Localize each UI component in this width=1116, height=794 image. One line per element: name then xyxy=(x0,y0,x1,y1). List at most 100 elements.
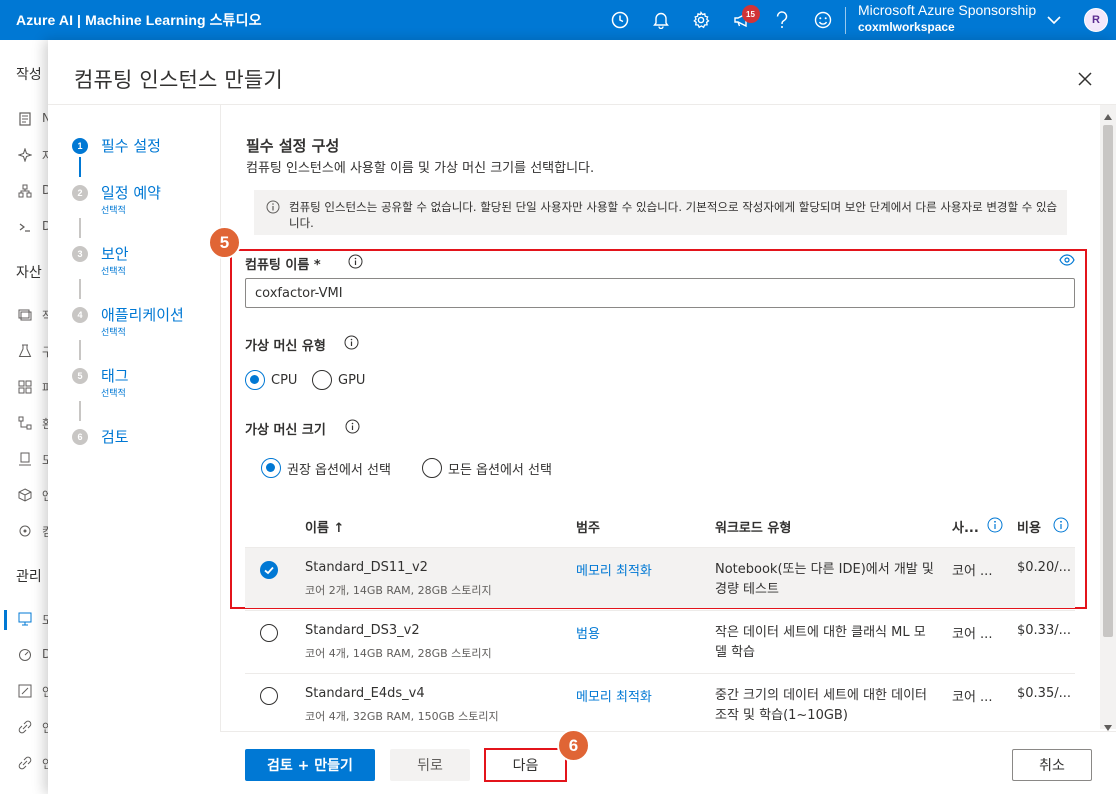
vm-name: Standard_DS11_v2 xyxy=(305,560,428,575)
info-icon[interactable] xyxy=(348,254,363,269)
row-radio[interactable] xyxy=(260,687,278,705)
step-number: 4 xyxy=(72,307,88,323)
eye-icon[interactable] xyxy=(1059,254,1075,270)
table-row[interactable]: Standard_DS3_v2 코어 4개, 14GB RAM, 28GB 스토… xyxy=(245,611,1075,671)
sidebar-item-automl[interactable]: 자 xyxy=(18,148,53,164)
sidebar-item-designer[interactable]: D xyxy=(18,183,51,200)
back-button[interactable]: 뒤로 xyxy=(390,749,470,781)
cancel-button[interactable]: 취소 xyxy=(1012,749,1092,781)
section-author: 작성 xyxy=(16,67,42,83)
app-title[interactable]: Azure AI | Machine Learning 스튜디오 xyxy=(0,10,262,30)
step-number: 2 xyxy=(72,185,88,201)
row-radio[interactable] xyxy=(260,624,278,642)
radio-circle[interactable] xyxy=(312,370,332,390)
topbar-divider xyxy=(845,7,846,34)
compute-name-input[interactable] xyxy=(245,278,1075,308)
notification-badge: 15 xyxy=(741,5,760,23)
info-icon[interactable] xyxy=(987,517,1003,533)
chevron-down-icon[interactable] xyxy=(1046,12,1062,32)
sidebar-item-jobs[interactable]: 구 xyxy=(18,344,53,360)
account-name: Microsoft Azure Sponsorship xyxy=(858,2,1037,18)
sidebar-item-notebooks[interactable]: N xyxy=(18,111,51,128)
sidebar-item-linked-services[interactable]: 연 xyxy=(18,720,53,736)
radio-all-options[interactable]: 모든 옵션에서 선택 xyxy=(422,458,552,478)
sidebar-item-endpoints[interactable]: 컴 xyxy=(18,524,53,540)
radio-gpu[interactable]: GPU xyxy=(312,370,365,390)
scroll-up-icon[interactable] xyxy=(1104,109,1112,124)
sidebar-item-components[interactable]: 파 xyxy=(18,380,53,396)
vm-availability: 코어 ... xyxy=(952,690,993,705)
vm-name: Standard_E4ds_v4 xyxy=(305,686,425,701)
column-header-name[interactable]: 이름 ↑ xyxy=(305,517,344,536)
vm-availability: 코어 ... xyxy=(952,627,993,642)
sidebar-item-prompt[interactable]: D xyxy=(18,219,51,236)
table-row[interactable]: Standard_E4ds_v4 코어 4개, 32GB RAM, 150GB … xyxy=(245,674,1075,734)
gear-icon[interactable] xyxy=(681,0,722,40)
sidebar-item-connections[interactable]: 연 xyxy=(18,756,53,772)
step-connector xyxy=(79,279,81,299)
step-connector xyxy=(79,401,81,421)
step-connector xyxy=(79,340,81,360)
create-compute-panel: 컴퓨팅 인스턴스 만들기 1 필수 설정 2 일정 예약 선택적 3 보안 선택… xyxy=(48,40,1116,794)
step-connector xyxy=(79,157,81,177)
step-optional-label: 선택적 xyxy=(101,328,126,338)
sidebar-item-compute[interactable]: 모 xyxy=(18,612,53,628)
radio-recommended-options[interactable]: 권장 옵션에서 선택 xyxy=(261,458,391,478)
info-message: 컴퓨팅 인스턴스는 공유할 수 없습니다. 할당된 단일 사용자만 사용할 수 … xyxy=(254,190,1067,235)
vm-workload: 작은 데이터 세트에 대한 클래식 ML 모델 학습 xyxy=(715,625,926,660)
avatar[interactable]: R xyxy=(1084,8,1108,32)
vm-cost: $0.20/... xyxy=(1017,560,1071,575)
sidebar-item-monitoring[interactable]: D xyxy=(18,647,51,664)
step-optional-label: 선택적 xyxy=(101,206,126,216)
sidebar-item-pipelines[interactable]: 환 xyxy=(18,416,53,432)
row-selected-check-icon[interactable] xyxy=(260,561,278,579)
section-assets: 자산 xyxy=(16,265,42,281)
info-icon[interactable] xyxy=(344,335,359,350)
clock-icon[interactable] xyxy=(600,0,641,40)
section-heading: 필수 설정 구성 xyxy=(246,137,340,155)
scrollbar-thumb[interactable] xyxy=(1103,125,1113,637)
radio-circle[interactable] xyxy=(261,458,281,478)
vm-name: Standard_DS3_v2 xyxy=(305,623,420,638)
header-divider xyxy=(48,104,1116,105)
vm-spec: 코어 4개, 32GB RAM, 150GB 스토리지 xyxy=(305,710,499,723)
vm-category: 메모리 최적화 xyxy=(576,690,652,705)
callout-5: 5 xyxy=(208,226,241,259)
radio-circle[interactable] xyxy=(245,370,265,390)
review-create-button[interactable]: 검토 + 만들기 xyxy=(245,749,375,781)
bell-icon[interactable] xyxy=(641,0,682,40)
column-header-category[interactable]: 범주 xyxy=(576,517,600,536)
close-icon[interactable] xyxy=(1076,70,1094,88)
column-header-workload[interactable]: 워크로드 유형 xyxy=(715,517,791,536)
next-button[interactable]: 다음 xyxy=(487,751,564,779)
column-header-cost[interactable]: 비용 xyxy=(1017,517,1041,536)
step-number: 5 xyxy=(72,368,88,384)
info-icon[interactable] xyxy=(1053,517,1069,533)
radio-cpu[interactable]: CPU xyxy=(245,370,297,390)
vm-category: 메모리 최적화 xyxy=(576,564,652,579)
compute-name-label: 컴퓨팅 이름 * xyxy=(245,258,321,273)
section-manage: 관리 xyxy=(16,569,42,585)
account-info[interactable]: Microsoft Azure Sponsorship coxmlworkspa… xyxy=(858,2,1036,34)
table-row[interactable]: Standard_DS11_v2 코어 2개, 14GB RAM, 28GB 스… xyxy=(245,548,1075,608)
step-label: 검토 xyxy=(101,428,129,446)
top-bar: Azure AI | Machine Learning 스튜디오 15 Micr… xyxy=(0,0,1116,40)
sidebar-item-environments[interactable]: 모 xyxy=(18,452,53,468)
panel-title: 컴퓨팅 인스턴스 만들기 xyxy=(74,68,283,92)
help-icon[interactable] xyxy=(762,0,803,40)
sidebar-item-data[interactable]: 작 xyxy=(18,308,53,324)
column-header-availability[interactable]: 사... xyxy=(952,517,979,536)
info-icon xyxy=(266,200,280,218)
step-label: 보안 xyxy=(101,245,129,263)
sidebar-item-models[interactable]: 엔 xyxy=(18,488,53,504)
megaphone-icon[interactable]: 15 xyxy=(722,0,763,40)
step-optional-label: 선택적 xyxy=(101,389,126,399)
sidebar-item-data-labeling[interactable]: 연 xyxy=(18,684,53,700)
vm-availability: 코어 ... xyxy=(952,564,993,579)
steps-divider xyxy=(220,105,221,794)
smiley-icon[interactable] xyxy=(803,0,844,40)
radio-circle[interactable] xyxy=(422,458,442,478)
step-label: 일정 예약 xyxy=(101,184,161,202)
step-label: 필수 설정 xyxy=(101,137,161,155)
info-icon[interactable] xyxy=(345,419,360,434)
